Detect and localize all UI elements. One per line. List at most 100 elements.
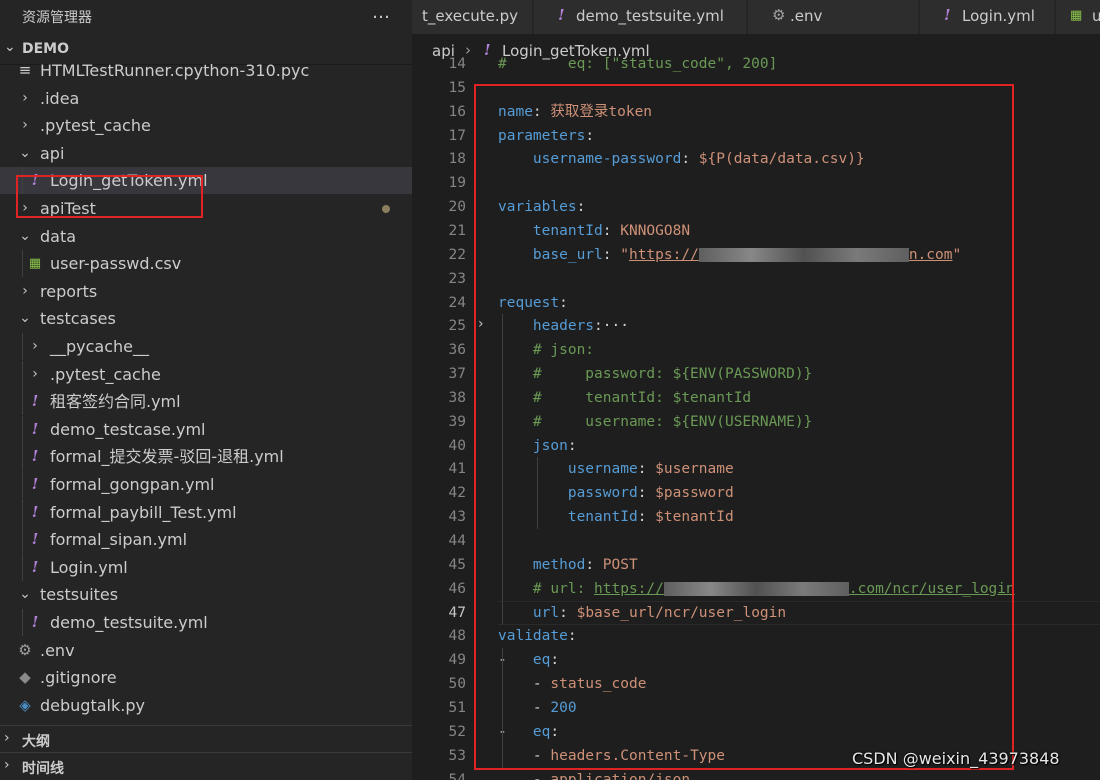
explorer-header: 资源管理器 … [0,0,412,34]
indent-guide [22,250,23,278]
timeline-label: 时间线 [22,761,64,777]
tree-item-label: .pytest_cache [50,364,161,384]
chevron-right-icon: › [22,117,28,134]
indent-guide [22,415,23,443]
indent-guide [22,443,23,471]
tree-item-label: .pytest_cache [40,116,151,136]
chevron-down-icon: ⌄ [4,39,16,55]
chevron-right-icon: › [4,757,10,773]
workspace-label: DEMO [22,41,70,57]
tree-item-pycache[interactable]: › __pycache__ [0,333,412,360]
tree-item-debugtalk-py[interactable]: ◈ debugtalk.py [0,692,412,719]
tree-item-gitignore[interactable]: ◆ .gitignore [0,664,412,691]
tree-item-label: .idea [40,88,80,108]
line-number: 51 [448,699,466,716]
tree-item-testcases[interactable]: ⌄ testcases [0,305,412,332]
git-icon: ◆ [19,668,31,687]
outline-section[interactable]: › 大纲 [0,725,412,754]
modified-dot-icon [382,205,390,213]
line-number: 50 [448,676,466,693]
indent-guide [22,498,23,526]
yaml-file-icon: ! [31,613,39,631]
tree-item-label: formal_sipan.yml [50,530,188,550]
tree-item-data[interactable]: ⌄ data [0,223,412,250]
tree-item-label: .gitignore [40,668,117,688]
chevron-right-icon: › [22,282,28,299]
yaml-file-icon: ! [31,530,39,549]
line-number: 42 [448,485,466,502]
line-number: 20 [448,199,466,216]
line-number: 24 [448,294,466,311]
tree-item-user-passwd-csv[interactable]: ▦ user-passwd.csv [0,250,412,278]
line-number: 21 [448,222,466,239]
tree-item-demo-testcase-yml[interactable]: ! demo_testcase.yml [0,415,412,443]
tree-item-htmltestrunner-cpython-310-pyc[interactable]: ≡ HTMLTestRunner.cpython-310.pyc [0,64,412,84]
python-file-icon: ◈ [19,695,31,714]
tree-item-label: demo_testsuite.yml [50,613,208,632]
line-number: 17 [448,127,466,144]
tree-item-reports[interactable]: › reports [0,278,412,305]
tree-item-login-yml[interactable]: ! Login.yml [0,553,412,581]
chevron-down-icon: ⌄ [19,227,31,244]
explorer-sidebar: 资源管理器 … ⌄ DEMO ≡ HTMLTestRunner.cpython-3… [0,0,412,780]
editor-tab[interactable]: ! Login.yml [920,0,1055,34]
tree-item-testsuites[interactable]: ⌄ testsuites [0,581,412,608]
tree-item-label: api [40,143,65,163]
yaml-file-icon: ! [31,447,39,466]
tree-item-yml[interactable]: ! 租客签约合同.yml [0,388,412,416]
more-actions-icon[interactable]: … [372,2,391,23]
tree-item-pytest-cache[interactable]: › .pytest_cache [0,360,412,388]
line-number: 25 [448,318,466,335]
tree-item-formal-paybill-test-yml[interactable]: ! formal_paybill_Test.yml [0,498,412,526]
chevron-right-icon: › [22,89,28,106]
editor-tab[interactable]: ▦ u [1056,0,1100,34]
tree-item-label: 租客签约合同.yml [50,392,181,412]
timeline-section[interactable]: › 时间线 [0,752,412,780]
tree-item-label: .env [40,640,75,660]
editor-tab[interactable]: ⚙ .env [748,0,919,34]
workspace-section[interactable]: ⌄ DEMO [0,38,412,65]
editor-tab[interactable]: ! demo_testsuite.yml [534,0,747,34]
tree-item-env[interactable]: ⚙ .env [0,637,412,664]
line-number: 14 [448,56,466,72]
tree-item-label: formal_提交发票-驳回-退租.yml [50,447,284,467]
indent-guide [22,388,23,416]
tab-label: u [1092,7,1100,25]
tree-item-formal-yml[interactable]: ! formal_提交发票-驳回-退租.yml [0,443,412,471]
yaml-file-icon: ! [31,419,39,438]
tree-item-idea[interactable]: › .idea [0,85,412,112]
line-number: 46 [448,580,466,597]
line-number: 37 [448,366,466,383]
tree-item-demo-testsuite-yml[interactable]: ! demo_testsuite.yml [0,609,412,636]
yaml-file-icon: ! [31,392,39,411]
file-tree: ≡ HTMLTestRunner.cpython-310.pyc › .idea › .p… [0,64,412,724]
tree-item-formal-sipan-yml[interactable]: ! formal_sipan.yml [0,526,412,554]
line-number: 43 [448,509,466,526]
file-icon: ≡ [18,64,32,79]
chevron-down-icon: ⌄ [19,310,31,327]
indent-guide [22,333,23,360]
line-number: 36 [448,342,466,359]
tree-item-label: testsuites [40,585,119,605]
indent-guide [22,471,23,498]
line-number: 49 [448,652,466,669]
tree-item-label: reports [40,281,98,301]
indent-guide [22,526,23,554]
line-number: 48 [448,628,466,645]
tab-bar: t_execute.py! demo_testsuite.yml ⚙ .env! Log… [412,0,1100,34]
tree-item-label: data [40,226,77,246]
chevron-down-icon: ⌄ [19,144,31,161]
code-line[interactable]: # eq: ["status_code", 200] [498,52,777,76]
line-number: 45 [448,556,466,573]
tree-item-api[interactable]: ⌄ api [0,140,412,167]
chevron-right-icon: › [32,365,38,382]
line-number: 23 [448,270,466,287]
watermark: CSDN @weixin_43973848 [852,749,1060,768]
line-number: 22 [448,246,466,263]
tree-item-pytest-cache[interactable]: › .pytest_cache [0,112,412,139]
tree-item-label: formal_gongpan.yml [50,475,215,494]
tab-label: demo_testsuite.yml [576,7,724,25]
tree-item-formal-gongpan-yml[interactable]: ! formal_gongpan.yml [0,471,412,498]
editor-tab[interactable]: t_execute.py [412,0,533,34]
line-number: 52 [448,723,466,740]
